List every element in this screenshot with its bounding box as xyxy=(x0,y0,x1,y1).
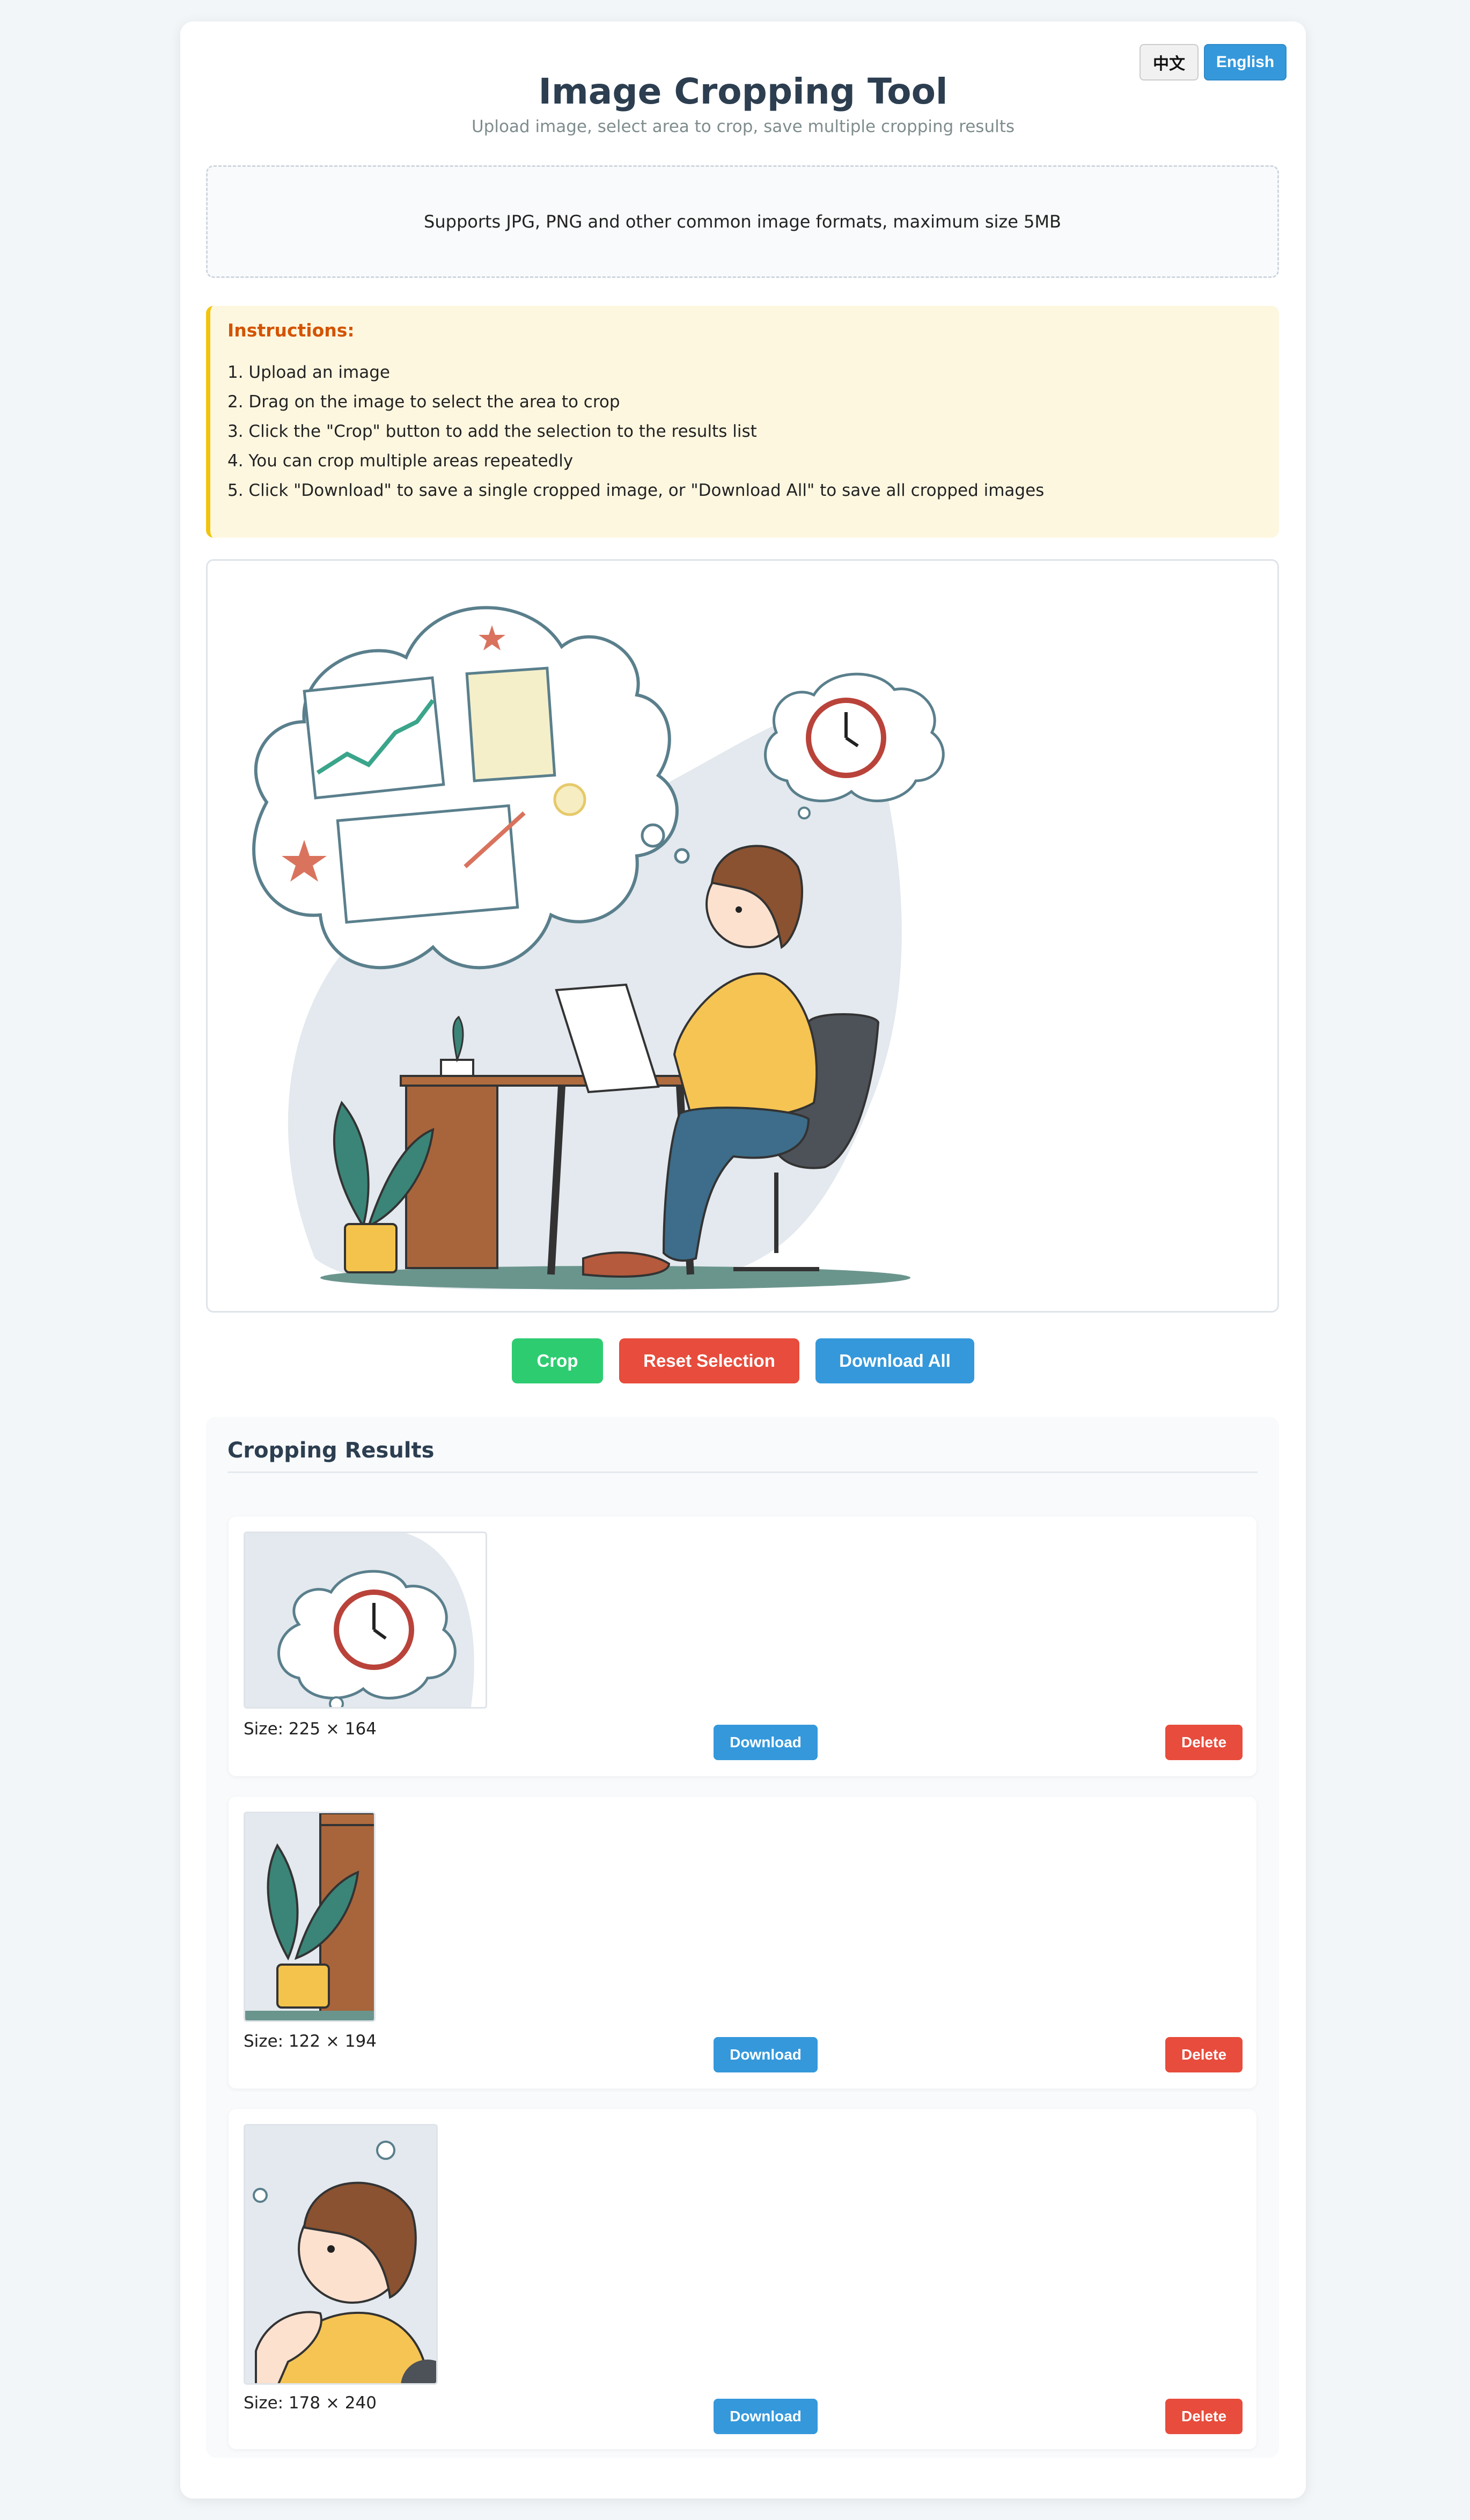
instruction-item: 3. Click the "Crop" button to add the se… xyxy=(227,422,757,441)
result-thumbnail xyxy=(244,1812,376,2022)
result-download-button[interactable]: Download xyxy=(714,2037,818,2072)
instructions-title: Instructions: xyxy=(227,320,355,341)
result-download-button[interactable]: Download xyxy=(714,2399,818,2434)
result-thumbnail xyxy=(244,1532,487,1709)
results-panel: Cropping Results Size: 225 × 164 Downloa… xyxy=(206,1417,1279,2458)
result-card: Size: 178 × 240 Download Delete xyxy=(229,2109,1256,2449)
action-buttons: Crop Reset Selection Download All xyxy=(180,1338,1306,1383)
instruction-item: 1. Upload an image xyxy=(227,363,390,382)
result-thumbnail xyxy=(244,2124,438,2385)
result-delete-button[interactable]: Delete xyxy=(1165,2399,1243,2434)
result-delete-button[interactable]: Delete xyxy=(1165,2037,1243,2072)
image-canvas[interactable] xyxy=(206,559,1279,1313)
instructions-panel: Instructions: 1. Upload an image 2. Drag… xyxy=(206,306,1279,538)
main-card: 中文 English Image Cropping Tool Upload im… xyxy=(180,21,1306,2499)
result-size: Size: 225 × 164 xyxy=(244,1719,377,1739)
download-all-button[interactable]: Download All xyxy=(815,1338,974,1383)
result-size: Size: 122 × 194 xyxy=(244,2032,377,2051)
instruction-item: 5. Click "Download" to save a single cro… xyxy=(227,481,1045,500)
instruction-item: 2. Drag on the image to select the area … xyxy=(227,392,620,412)
instruction-item: 4. You can crop multiple areas repeatedl… xyxy=(227,451,574,471)
crop-button[interactable]: Crop xyxy=(512,1338,603,1383)
upload-dropzone[interactable]: Supports JPG, PNG and other common image… xyxy=(206,165,1279,278)
source-illustration xyxy=(252,606,945,1290)
result-card: Size: 122 × 194 Download Delete xyxy=(229,1797,1256,2089)
upload-hint: Supports JPG, PNG and other common image… xyxy=(424,211,1061,232)
results-divider xyxy=(227,1471,1258,1473)
result-delete-button[interactable]: Delete xyxy=(1165,1725,1243,1760)
result-size: Size: 178 × 240 xyxy=(244,2393,377,2413)
page-subtitle: Upload image, select area to crop, save … xyxy=(471,117,1015,136)
page-title: Image Cropping Tool xyxy=(538,71,948,112)
result-download-button[interactable]: Download xyxy=(714,1725,818,1760)
results-title: Cropping Results xyxy=(227,1438,435,1463)
reset-selection-button[interactable]: Reset Selection xyxy=(619,1338,799,1383)
result-card: Size: 225 × 164 Download Delete xyxy=(229,1517,1256,1776)
